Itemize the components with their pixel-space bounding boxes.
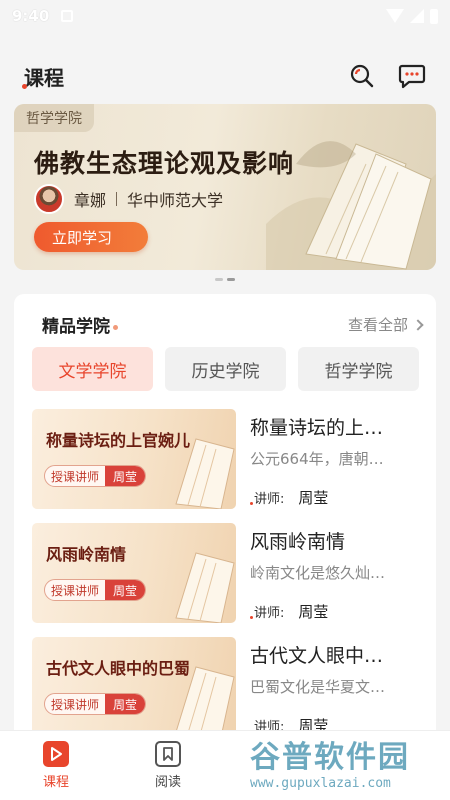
search-icon [350, 64, 374, 88]
lecturer-badge: 授课讲师 周莹 [44, 693, 147, 715]
course-info: 称量诗坛的上… 公元664年，唐朝… 讲师: 周莹 [250, 409, 422, 509]
battery-icon [430, 8, 438, 24]
course-thumbnail: 古代文人眼中的巴蜀 授课讲师 周莹 [32, 637, 236, 737]
banner-teacher-row: 章娜 华中师范大学 [34, 184, 223, 214]
lecturer-badge-role: 授课讲师 [51, 583, 100, 598]
thumbnail-title: 古代文人眼中的巴蜀 [46, 659, 191, 678]
tab-history[interactable]: 历史学院 [165, 347, 286, 391]
watermark-main-text: 谷普软件园 [250, 740, 410, 775]
tab-philosophy[interactable]: 哲学学院 [298, 347, 419, 391]
course-item[interactable]: 古代文人眼中的巴蜀 授课讲师 周莹 古代文人眼中… 巴蜀文化是华夏文… 讲师: … [32, 637, 422, 737]
banner-teacher-name: 章娜 [74, 191, 107, 210]
teacher-name: 周莹 [298, 603, 329, 621]
search-button[interactable] [348, 62, 376, 90]
tab-literature[interactable]: 文学学院 [32, 347, 153, 391]
message-button[interactable] [398, 62, 426, 90]
section-header: 精品学院 查看全部 [42, 312, 424, 337]
notification-icon [61, 10, 74, 22]
see-all-link[interactable]: 查看全部 [347, 314, 424, 335]
thumbnail-title: 风雨岭南情 [46, 545, 127, 564]
lecturer-badge: 授课讲师 周莹 [44, 465, 147, 487]
college-tabs: 文学学院 历史学院 哲学学院 [32, 347, 419, 391]
course-description: 公元664年，唐朝… [250, 450, 384, 468]
bookmark-icon [155, 741, 181, 767]
header-actions [348, 62, 426, 90]
featured-college-card: 精品学院 查看全部 文学学院 历史学院 哲学学院 称量诗坛的上官婉儿 授课讲师 … [14, 294, 436, 800]
lecturer-badge-name: 周莹 [105, 694, 146, 714]
banner-title: 佛教生态理论观及影响 [34, 149, 295, 178]
section-title: 精品学院 [42, 312, 118, 337]
course-info: 古代文人眼中… 巴蜀文化是华夏文… 讲师: 周莹 [250, 637, 422, 737]
course-description: 岭南文化是悠久灿… [250, 564, 386, 582]
course-item[interactable]: 风雨岭南情 授课讲师 周莹 风雨岭南情 岭南文化是悠久灿… 讲师: 周莹 [32, 523, 422, 623]
chevron-right-icon [412, 318, 424, 331]
nav-item-courses[interactable]: 课程 [0, 731, 112, 800]
carousel-dot-active [227, 278, 235, 281]
banner-university: 华中师范大学 [127, 191, 224, 210]
see-all-label: 查看全部 [347, 316, 408, 334]
course-title: 古代文人眼中… [250, 645, 384, 667]
teacher-label: 讲师: [250, 488, 284, 507]
lecturer-badge-name: 周莹 [105, 580, 146, 600]
nav-label: 阅读 [154, 775, 181, 790]
teacher-avatar [34, 184, 64, 214]
signal-icon [410, 9, 424, 23]
lecturer-badge-name: 周莹 [105, 466, 146, 486]
message-icon [398, 64, 426, 89]
watermark-logo: 谷普软件园 www.gupuxlazai.com [250, 732, 440, 798]
course-teacher: 讲师: 周莹 [250, 601, 422, 622]
wifi-icon [386, 9, 404, 23]
book-illustration [175, 552, 235, 623]
course-item[interactable]: 称量诗坛的上官婉儿 授课讲师 周莹 称量诗坛的上… 公元664年，唐朝… 讲师:… [32, 409, 422, 509]
thumbnail-title: 称量诗坛的上官婉儿 [46, 431, 191, 450]
course-teacher: 讲师: 周莹 [250, 487, 422, 508]
course-title: 称量诗坛的上… [250, 417, 384, 439]
lecturer-badge-role: 授课讲师 [51, 697, 100, 712]
banner-category-tag: 哲学学院 [14, 104, 94, 132]
status-bar: 9:40 [0, 0, 450, 32]
lecturer-badge-role: 授课讲师 [51, 469, 100, 484]
start-learning-button[interactable]: 立即学习 [34, 222, 148, 252]
book-illustration [266, 141, 436, 270]
app-header: 课程 [0, 52, 450, 100]
course-description: 巴蜀文化是华夏文… [250, 678, 386, 696]
course-thumbnail: 风雨岭南情 授课讲师 周莹 [32, 523, 236, 623]
featured-banner[interactable]: 哲学学院 佛教生态理论观及影响 章娜 华中师范大学 立即学习 [14, 104, 436, 270]
nav-label: 课程 [42, 775, 69, 790]
nav-item-reading[interactable]: 阅读 [112, 731, 224, 800]
page-title: 课程 [22, 62, 64, 91]
course-info: 风雨岭南情 岭南文化是悠久灿… 讲师: 周莹 [250, 523, 422, 623]
teacher-name: 周莹 [298, 489, 329, 507]
play-icon [43, 741, 69, 767]
watermark-url: www.gupuxlazai.com [250, 776, 391, 791]
teacher-label: 讲师: [250, 602, 284, 621]
carousel-indicator [0, 278, 450, 281]
lecturer-badge: 授课讲师 周莹 [44, 579, 147, 601]
course-title: 风雨岭南情 [250, 531, 346, 553]
carousel-dot [215, 278, 223, 281]
course-thumbnail: 称量诗坛的上官婉儿 授课讲师 周莹 [32, 409, 236, 509]
status-indicators [386, 8, 438, 24]
status-time: 9:40 [12, 7, 50, 25]
divider [116, 192, 118, 206]
